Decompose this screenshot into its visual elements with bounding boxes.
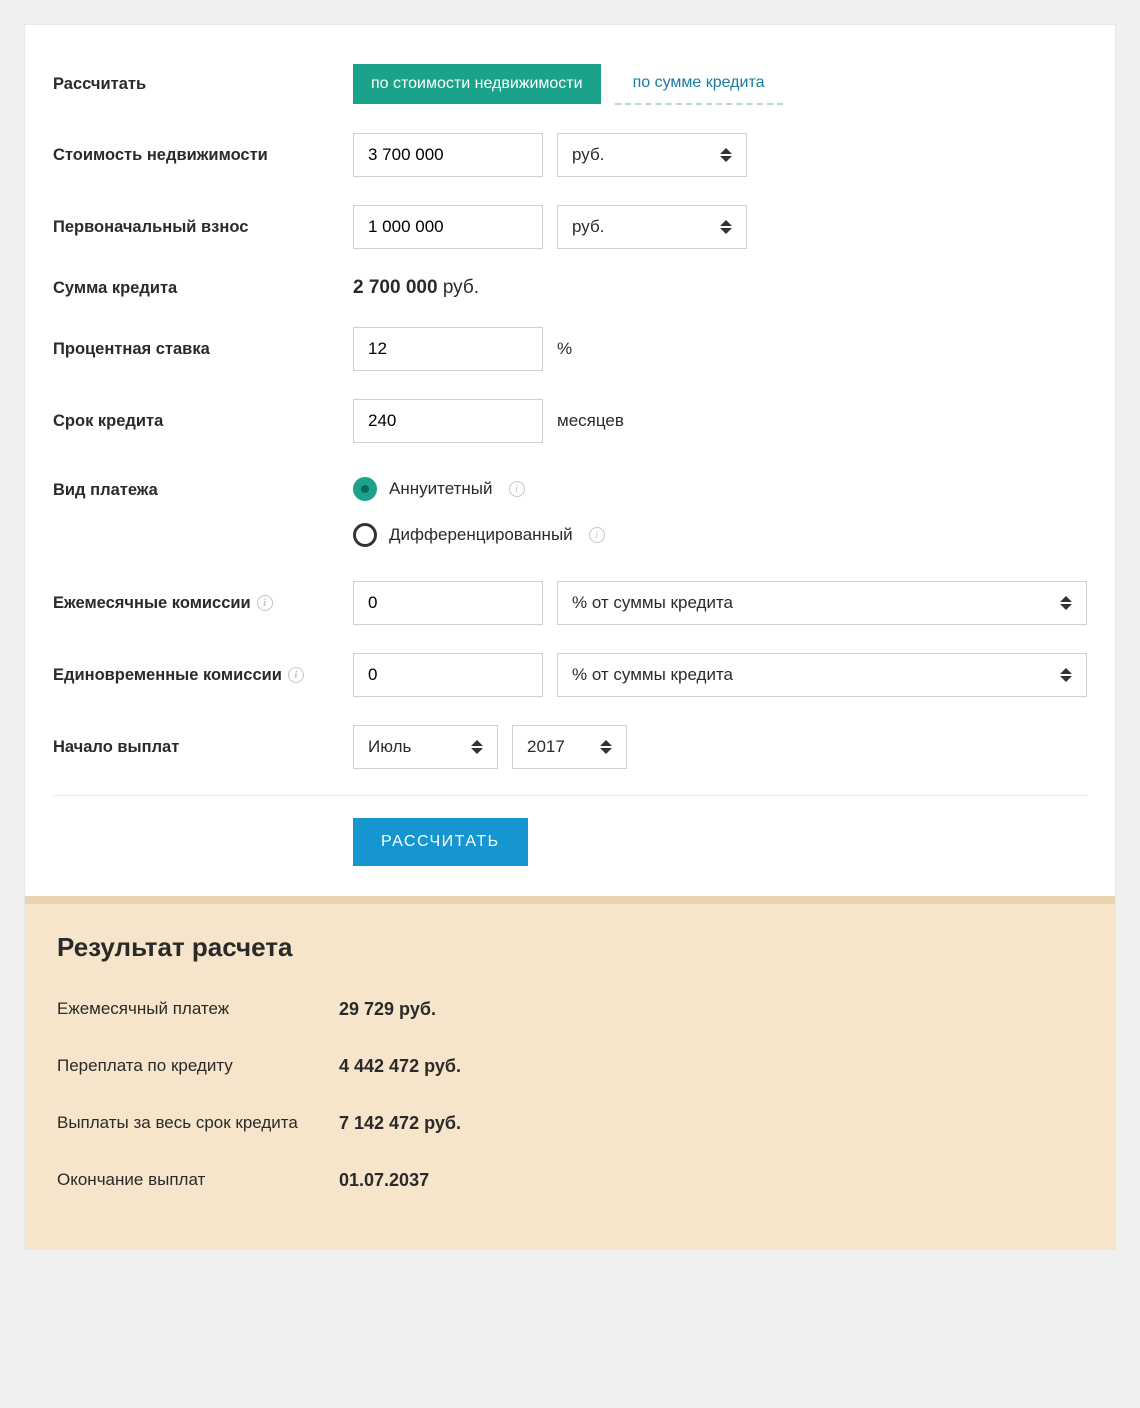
row-monthly-fee: Ежемесячные комиссии i % от суммы кредит… — [53, 567, 1087, 639]
select-onetime-fee-unit[interactable]: % от суммы кредита — [557, 653, 1087, 697]
radio-differential[interactable]: Дифференцированный i — [353, 517, 605, 553]
info-icon[interactable]: i — [589, 527, 605, 543]
select-property-cost-unit[interactable]: руб. — [557, 133, 747, 177]
label-property-cost: Стоимость недвижимости — [53, 146, 333, 165]
sort-icon — [720, 220, 732, 234]
radio-label-annuity: Аннуитетный — [389, 479, 493, 499]
input-property-cost[interactable] — [353, 133, 543, 177]
result-label: Окончание выплат — [57, 1170, 339, 1191]
calculate-button[interactable]: РАССЧИТАТЬ — [353, 818, 528, 866]
result-row-total: Выплаты за весь срок кредита 7 142 472 р… — [57, 1095, 1083, 1152]
computed-loan-amount: 2 700 000 руб. — [353, 277, 479, 299]
input-monthly-fee[interactable] — [353, 581, 543, 625]
label-onetime-fee: Единовременные комиссии i — [53, 666, 333, 685]
row-payment-type: Вид платежа Аннуитетный i Дифференцирова… — [53, 457, 1087, 567]
sort-icon — [600, 740, 612, 754]
info-icon[interactable]: i — [288, 667, 304, 683]
label-start: Начало выплат — [53, 738, 333, 757]
select-value: % от суммы кредита — [572, 665, 733, 685]
row-property-cost: Стоимость недвижимости руб. — [53, 119, 1087, 191]
result-value: 01.07.2037 — [339, 1170, 429, 1191]
sort-icon — [471, 740, 483, 754]
sort-icon — [720, 148, 732, 162]
result-value: 29 729 руб. — [339, 999, 436, 1020]
row-start-date: Начало выплат Июль 2017 — [53, 711, 1087, 783]
select-value: руб. — [572, 217, 604, 237]
result-label: Выплаты за весь срок кредита — [57, 1113, 339, 1134]
select-monthly-fee-unit[interactable]: % от суммы кредита — [557, 581, 1087, 625]
select-value: 2017 — [527, 737, 565, 757]
label-down-payment: Первоначальный взнос — [53, 218, 333, 237]
input-rate[interactable] — [353, 327, 543, 371]
select-start-year[interactable]: 2017 — [512, 725, 627, 769]
calculator-card: Рассчитать по стоимости недвижимости по … — [24, 24, 1116, 1250]
form-area: Рассчитать по стоимости недвижимости по … — [25, 25, 1115, 896]
row-term: Срок кредита месяцев — [53, 385, 1087, 457]
result-label: Ежемесячный платеж — [57, 999, 339, 1020]
label-payment-type: Вид платежа — [53, 471, 333, 500]
submit-row: РАССЧИТАТЬ — [353, 796, 1087, 896]
row-rate: Процентная ставка % — [53, 313, 1087, 385]
select-value: Июль — [368, 737, 411, 757]
result-label: Переплата по кредиту — [57, 1056, 339, 1077]
input-term[interactable] — [353, 399, 543, 443]
results-heading: Результат расчета — [57, 932, 1083, 963]
result-row-end: Окончание выплат 01.07.2037 — [57, 1152, 1083, 1209]
tab-by-property-cost[interactable]: по стоимости недвижимости — [353, 64, 601, 104]
label-monthly-fee: Ежемесячные комиссии i — [53, 594, 333, 613]
select-down-payment-unit[interactable]: руб. — [557, 205, 747, 249]
row-down-payment: Первоначальный взнос руб. — [53, 191, 1087, 263]
info-icon[interactable]: i — [257, 595, 273, 611]
tab-by-loan-amount[interactable]: по сумме кредита — [615, 63, 783, 105]
select-value: % от суммы кредита — [572, 593, 733, 613]
rate-suffix: % — [557, 339, 572, 359]
select-value: руб. — [572, 145, 604, 165]
results-panel: Результат расчета Ежемесячный платеж 29 … — [25, 896, 1115, 1249]
result-row-monthly: Ежемесячный платеж 29 729 руб. — [57, 981, 1083, 1038]
sort-icon — [1060, 596, 1072, 610]
radio-circle-selected-icon — [353, 477, 377, 501]
result-value: 4 442 472 руб. — [339, 1056, 461, 1077]
radio-circle-icon — [353, 523, 377, 547]
label-term: Срок кредита — [53, 412, 333, 431]
sort-icon — [1060, 668, 1072, 682]
result-value: 7 142 472 руб. — [339, 1113, 461, 1134]
label-loan-amount: Сумма кредита — [53, 279, 333, 298]
result-row-overpay: Переплата по кредиту 4 442 472 руб. — [57, 1038, 1083, 1095]
radio-annuity[interactable]: Аннуитетный i — [353, 471, 525, 507]
input-down-payment[interactable] — [353, 205, 543, 249]
info-icon[interactable]: i — [509, 481, 525, 497]
row-loan-amount: Сумма кредита 2 700 000 руб. — [53, 263, 1087, 313]
term-suffix: месяцев — [557, 411, 624, 431]
radio-label-differential: Дифференцированный — [389, 525, 573, 545]
label-calc-mode: Рассчитать — [53, 75, 333, 94]
label-rate: Процентная ставка — [53, 340, 333, 359]
row-calc-mode: Рассчитать по стоимости недвижимости по … — [53, 49, 1087, 119]
row-onetime-fee: Единовременные комиссии i % от суммы кре… — [53, 639, 1087, 711]
input-onetime-fee[interactable] — [353, 653, 543, 697]
select-start-month[interactable]: Июль — [353, 725, 498, 769]
